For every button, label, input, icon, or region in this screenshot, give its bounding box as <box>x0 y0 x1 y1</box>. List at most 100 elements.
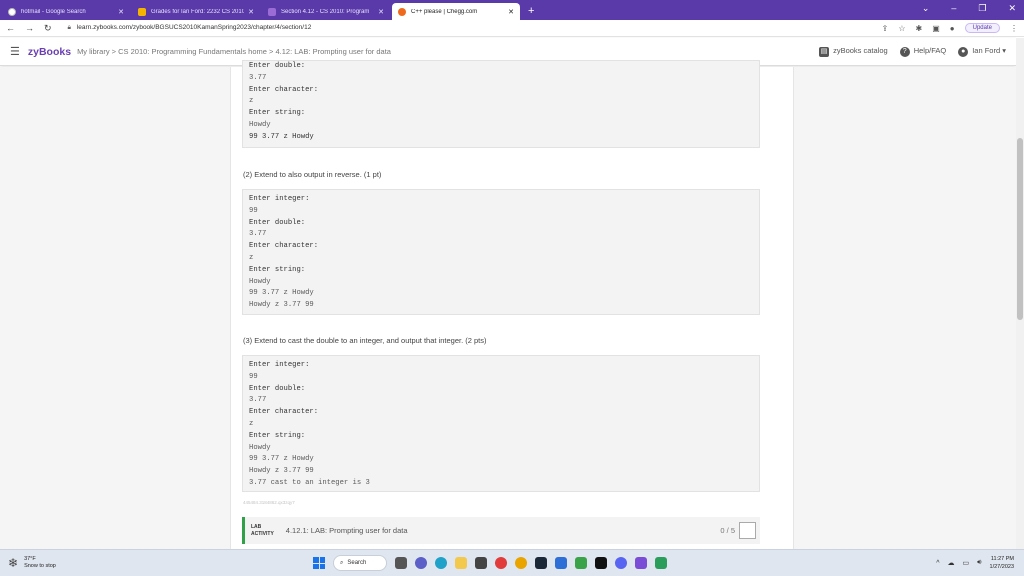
console-line: Enter string: <box>249 431 306 440</box>
console-line: z <box>249 97 254 106</box>
taskbar-search[interactable]: ⌕ Search <box>333 555 387 571</box>
profile-icon[interactable]: ● <box>950 24 955 33</box>
address-bar: ← → ↻ 🔒︎ learn.zybooks.com/zybook/BGSUCS… <box>0 20 1024 37</box>
console-output-3: Enter integer: 99 Enter double: 3.77 Enter c… <box>242 355 760 492</box>
sidepanel-icon[interactable]: ▣ <box>932 24 940 33</box>
search-label: Search <box>347 560 367 566</box>
weather-desc: Snow to stop <box>24 563 56 569</box>
catalog-icon: ▤ <box>819 47 830 57</box>
notes-icon[interactable] <box>655 557 667 569</box>
extensions-icon[interactable]: ✱ <box>916 24 923 33</box>
console-line: 3.77 <box>249 73 267 82</box>
chegg-icon <box>398 7 406 16</box>
discord-icon[interactable] <box>615 557 627 569</box>
hamburger-menu-icon[interactable]: ☰ <box>10 45 20 58</box>
chrome-icon[interactable] <box>515 557 527 569</box>
menu-icon[interactable]: ⋮ <box>1010 24 1018 33</box>
share-icon[interactable]: ⇪ <box>882 24 889 33</box>
forward-icon[interactable]: → <box>25 23 34 33</box>
console-line: 99 <box>249 206 258 215</box>
teams-icon[interactable] <box>415 557 427 569</box>
file-explorer-icon[interactable] <box>455 557 467 569</box>
epic-games-icon[interactable] <box>595 557 607 569</box>
console-line: Enter character: <box>249 408 319 417</box>
help-faq-link[interactable]: ? Help/FAQ <box>899 46 947 57</box>
console-line: Enter double: <box>249 218 306 227</box>
weather-widget[interactable]: ❄ 37°F Snow to stop <box>8 556 56 570</box>
zybooks-icon <box>268 7 276 16</box>
back-icon[interactable]: ← <box>6 23 15 33</box>
console-output-2: Enter integer: 99 Enter double: 3.77 Enter c… <box>242 189 760 315</box>
lab-activity-name: 4.12.1: LAB: Prompting user for data <box>285 526 408 535</box>
close-tab-icon[interactable]: ✕ <box>378 8 384 16</box>
restore-icon[interactable]: ❐ <box>978 3 986 14</box>
chevron-up-icon[interactable]: ^ <box>936 560 939 567</box>
minimize-icon[interactable]: – <box>951 3 956 14</box>
lab-tag-line1: LAB <box>251 523 262 530</box>
window-controls: ⌄ – ❐ ✕ <box>922 3 1016 14</box>
task-view-icon[interactable] <box>395 557 407 569</box>
console-line: Enter integer: <box>249 361 310 369</box>
tab-section-412[interactable]: Section 4.12 - CS 2010: Program ✕ <box>262 3 390 20</box>
close-tab-icon[interactable]: ✕ <box>118 8 124 16</box>
console-line: 3.77 <box>249 230 267 239</box>
steam-icon[interactable] <box>535 557 547 569</box>
snow-icon: ❄ <box>8 556 19 570</box>
reload-icon[interactable]: ↻ <box>44 23 52 34</box>
game-icon[interactable] <box>575 557 587 569</box>
tab-title: Grades for Ian Ford: 2232 CS 2010 <box>151 8 245 15</box>
user-menu[interactable]: ● Ian Ford ▾ <box>958 46 1006 57</box>
update-button[interactable]: Update <box>964 23 1000 33</box>
url-text: learn.zybooks.com/zybook/BGSUCS2010Kaman… <box>76 24 312 31</box>
search-icon: ⌕ <box>340 559 344 566</box>
star-icon[interactable]: ☆ <box>898 24 905 33</box>
console-line: z <box>249 253 254 262</box>
clock[interactable]: 11:27 PM 1/27/2023 <box>990 555 1014 571</box>
lab-score: 0 / 5 <box>720 526 735 535</box>
close-tab-icon[interactable]: ✕ <box>248 8 254 16</box>
console-line: Enter double: <box>249 62 306 70</box>
console-line: Enter string: <box>249 265 306 274</box>
display-icon[interactable]: ▭ <box>962 559 969 567</box>
volume-icon[interactable]: 🔊︎ <box>977 559 981 567</box>
page-scrollbar[interactable] <box>1016 38 1024 549</box>
console-line: z <box>249 419 254 428</box>
close-tab-icon[interactable]: ✕ <box>508 8 514 16</box>
tab-title: C++ please | Chegg.com <box>411 8 478 15</box>
google-icon <box>8 7 16 16</box>
tab-title: hotmail - Google Search <box>21 8 86 15</box>
url-field[interactable]: 🔒︎ learn.zybooks.com/zybook/BGSUCS2010Ka… <box>68 24 882 32</box>
app-icon[interactable] <box>555 557 567 569</box>
zybooks-logo[interactable]: zyBooks <box>28 46 71 58</box>
store-icon[interactable] <box>475 557 487 569</box>
lock-icon: 🔒︎ <box>67 24 72 31</box>
start-button[interactable] <box>313 557 325 569</box>
windows-taskbar: ❄ 37°F Snow to stop ⌕ Search ^ ☁ ▭ 🔊︎ 11:… <box>0 549 1024 576</box>
weather-temp: 37°F <box>24 556 36 562</box>
clock-time: 11:27 PM <box>990 556 1014 562</box>
scrollbar-thumb[interactable] <box>1017 138 1023 320</box>
console-line: Howdy <box>249 120 271 129</box>
tab-search-icon[interactable]: ⌄ <box>922 3 930 14</box>
purple-app-icon[interactable] <box>635 557 647 569</box>
edge-icon[interactable] <box>435 557 447 569</box>
breadcrumb[interactable]: My library > CS 2010: Programming Fundam… <box>77 47 819 56</box>
instruction-3: (3) Extend to cast the double to an inte… <box>243 336 487 345</box>
console-line: Howdy z 3.77 99 <box>249 467 314 476</box>
console-line: Enter character: <box>249 242 319 251</box>
help-label: Help/FAQ <box>913 46 947 55</box>
new-tab-button[interactable]: + <box>528 5 534 17</box>
opera-icon[interactable] <box>495 557 507 569</box>
console-line: 99 3.77 z Howdy <box>249 132 314 141</box>
onedrive-icon[interactable]: ☁ <box>947 559 954 567</box>
console-line: 3.77 cast to an integer is 3 <box>249 478 370 487</box>
zybooks-catalog-link[interactable]: ▤ zyBooks catalog <box>819 46 888 57</box>
lab-tag-line2: ACTIVITY <box>251 530 274 537</box>
tab-grades[interactable]: Grades for Ian Ford: 2232 CS 2010 ✕ <box>132 3 260 20</box>
close-window-icon[interactable]: ✕ <box>1008 3 1016 14</box>
console-line: Howdy z 3.77 99 <box>249 301 314 310</box>
user-icon: ● <box>958 47 969 57</box>
lab-activity-bar[interactable]: LAB ACTIVITY 4.12.1: LAB: Prompting user… <box>242 517 760 544</box>
tab-hotmail-search[interactable]: hotmail - Google Search ✕ <box>2 3 130 20</box>
tab-chegg[interactable]: C++ please | Chegg.com ✕ <box>392 3 520 20</box>
